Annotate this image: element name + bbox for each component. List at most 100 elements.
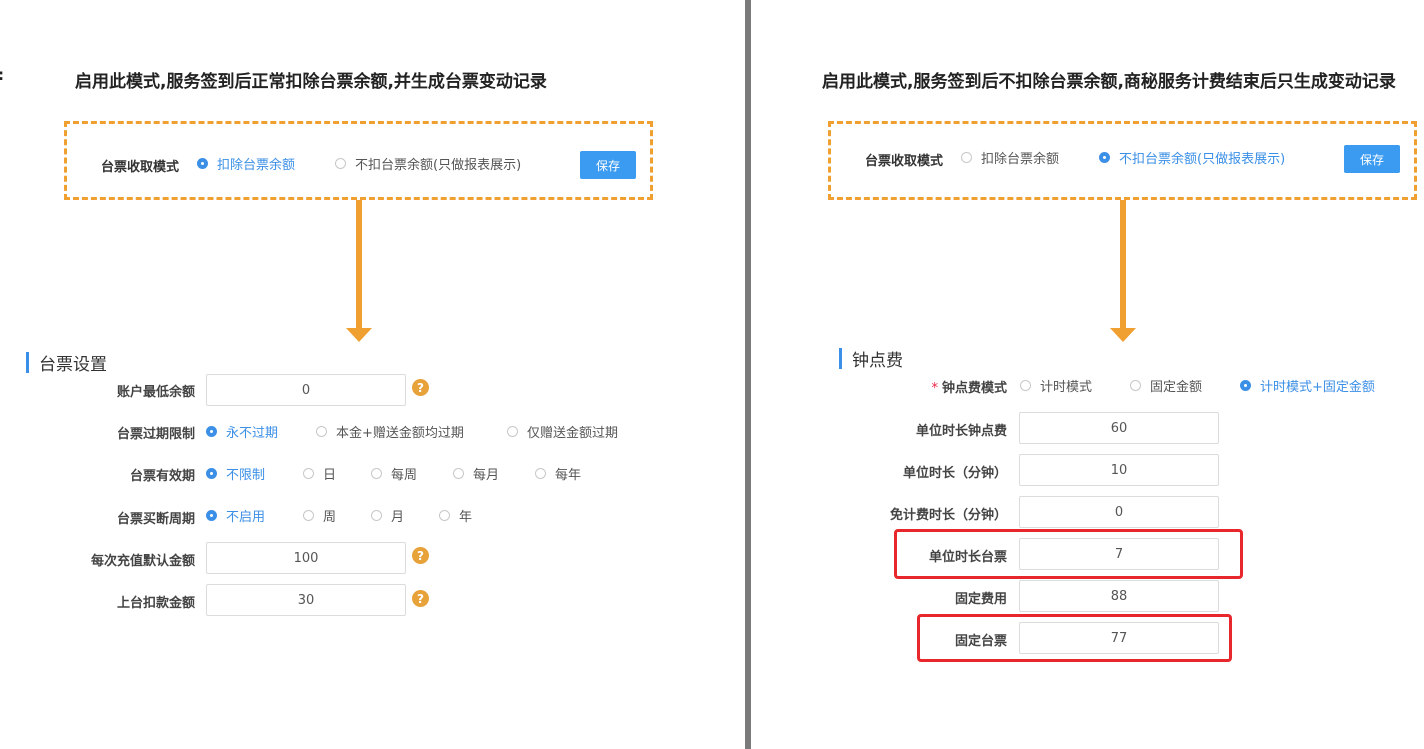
- option-label: 月: [391, 510, 405, 525]
- radio-unchecked-icon: [1020, 380, 1031, 391]
- section-bar: [26, 352, 29, 373]
- required-mark: *: [931, 381, 938, 396]
- help-icon[interactable]: ?: [412, 590, 429, 607]
- radio-unchecked-icon: [1130, 380, 1141, 391]
- option-label: 不限制: [226, 468, 266, 483]
- section-title-text: 台票设置: [39, 355, 107, 375]
- fee-mode-option-timed[interactable]: 计时模式: [1020, 376, 1092, 395]
- field-label-expiry-limit: 台票过期限制: [116, 427, 195, 442]
- default-recharge-input[interactable]: 100: [206, 542, 406, 574]
- option-label: 固定金额: [1150, 380, 1203, 395]
- right-flow-arrow-shaft: [1120, 200, 1126, 329]
- option-label: 本金+赠送金额均过期: [336, 426, 464, 441]
- field-label-unit-fee: 单位时长钟点费: [915, 424, 1007, 439]
- radio-checked-icon: [1099, 152, 1110, 163]
- radio-checked-icon: [206, 426, 217, 437]
- min-balance-input[interactable]: 0: [206, 374, 406, 406]
- left-mode-option-deduct[interactable]: 扣除台票余额: [197, 154, 295, 173]
- radio-unchecked-icon: [303, 510, 314, 521]
- right-mode-option-no-deduct[interactable]: 不扣台票余额(只做报表展示): [1099, 148, 1285, 167]
- fee-mode-option-timed-plus-fixed[interactable]: 计时模式+固定金额: [1240, 376, 1375, 395]
- option-label: 计时模式: [1040, 380, 1093, 395]
- left-mode-label: 台票收取模式: [101, 160, 180, 175]
- option-label: 每周: [391, 468, 418, 483]
- fee-mode-option-fixed[interactable]: 固定金额: [1130, 376, 1202, 395]
- right-flow-arrow-icon: [1110, 328, 1136, 342]
- validity-option-week[interactable]: 每周: [371, 464, 417, 483]
- radio-unchecked-icon: [303, 468, 314, 479]
- left-flow-arrow-icon: [346, 328, 372, 342]
- radio-unchecked-icon: [453, 468, 464, 479]
- deduct-amount-input[interactable]: 30: [206, 584, 406, 616]
- radio-unchecked-icon: [439, 510, 450, 521]
- radio-checked-icon: [206, 468, 217, 479]
- help-icon[interactable]: ?: [412, 547, 429, 564]
- field-label-fixed-ticket: 固定台票: [954, 634, 1007, 649]
- field-label-deduct-amount: 上台扣款金额: [116, 596, 195, 611]
- buyout-option-disabled[interactable]: 不启用: [206, 506, 265, 525]
- validity-option-year[interactable]: 每年: [535, 464, 581, 483]
- panel-divider: [745, 0, 751, 749]
- fixed-fee-input[interactable]: 88: [1019, 580, 1219, 612]
- unit-minutes-input[interactable]: 10: [1019, 454, 1219, 486]
- field-label-min-balance: 账户最低余额: [116, 385, 195, 400]
- validity-option-unlimited[interactable]: 不限制: [206, 464, 265, 483]
- fixed-ticket-input[interactable]: 77: [1019, 622, 1219, 654]
- left-save-button[interactable]: 保存: [580, 151, 636, 179]
- option-label: 每年: [555, 468, 582, 483]
- unit-ticket-input[interactable]: 7: [1019, 538, 1219, 570]
- help-icon[interactable]: ?: [412, 379, 429, 396]
- option-label: 扣除台票余额: [981, 152, 1060, 167]
- option-label: 周: [323, 510, 337, 525]
- option-label: 年: [459, 510, 473, 525]
- section-bar: [839, 348, 842, 369]
- field-label-fee-mode: * 钟点费模式: [931, 377, 1007, 396]
- radio-unchecked-icon: [371, 468, 382, 479]
- option-label: 仅赠送金额过期: [527, 426, 619, 441]
- validity-option-month[interactable]: 每月: [453, 464, 499, 483]
- right-mode-label: 台票收取模式: [865, 154, 944, 169]
- right-mode-option-deduct[interactable]: 扣除台票余额: [961, 148, 1059, 167]
- option-label: 不启用: [226, 510, 266, 525]
- stray-colon: :: [0, 66, 4, 84]
- left-heading: 启用此模式,服务签到后正常扣除台票余额,并生成台票变动记录: [75, 72, 547, 92]
- buyout-option-week[interactable]: 周: [303, 506, 336, 525]
- radio-unchecked-icon: [535, 468, 546, 479]
- radio-checked-icon: [197, 158, 208, 169]
- right-section-title: 钟点费: [839, 346, 903, 371]
- field-label-free-minutes: 免计费时长（分钟）: [889, 508, 1007, 523]
- field-label-default-recharge: 每次充值默认金额: [90, 554, 195, 569]
- radio-unchecked-icon: [335, 158, 346, 169]
- expiry-option-all[interactable]: 本金+赠送金额均过期: [316, 422, 464, 441]
- buyout-option-year[interactable]: 年: [439, 506, 472, 525]
- radio-checked-icon: [1240, 380, 1251, 391]
- expiry-option-never[interactable]: 永不过期: [206, 422, 278, 441]
- unit-fee-input[interactable]: 60: [1019, 412, 1219, 444]
- field-label-validity: 台票有效期: [129, 469, 195, 484]
- option-label: 每月: [473, 468, 500, 483]
- section-title-text: 钟点费: [852, 351, 903, 371]
- left-section-title: 台票设置: [26, 350, 107, 375]
- field-label-unit-minutes: 单位时长（分钟）: [902, 466, 1007, 481]
- right-heading: 启用此模式,服务签到后不扣除台票余额,商秘服务计费结束后只生成变动记录: [822, 72, 1396, 92]
- radio-unchecked-icon: [507, 426, 518, 437]
- option-label: 日: [323, 468, 337, 483]
- option-label: 计时模式+固定金额: [1260, 380, 1375, 395]
- radio-checked-icon: [206, 510, 217, 521]
- expiry-option-gift-only[interactable]: 仅赠送金额过期: [507, 422, 618, 441]
- field-label-unit-ticket: 单位时长台票: [928, 550, 1007, 565]
- option-label: 不扣台票余额(只做报表展示): [355, 158, 522, 173]
- right-save-button[interactable]: 保存: [1344, 145, 1400, 173]
- buyout-option-month[interactable]: 月: [371, 506, 404, 525]
- field-label-fixed-fee: 固定费用: [954, 592, 1007, 607]
- option-label: 永不过期: [226, 426, 279, 441]
- radio-unchecked-icon: [371, 510, 382, 521]
- left-flow-arrow-shaft: [356, 200, 362, 329]
- field-label-text: 钟点费模式: [941, 381, 1007, 396]
- radio-unchecked-icon: [961, 152, 972, 163]
- option-label: 扣除台票余额: [217, 158, 296, 173]
- field-label-buyout-cycle: 台票买断周期: [116, 512, 195, 527]
- free-minutes-input[interactable]: 0: [1019, 496, 1219, 528]
- validity-option-day[interactable]: 日: [303, 464, 336, 483]
- left-mode-option-no-deduct[interactable]: 不扣台票余额(只做报表展示): [335, 154, 521, 173]
